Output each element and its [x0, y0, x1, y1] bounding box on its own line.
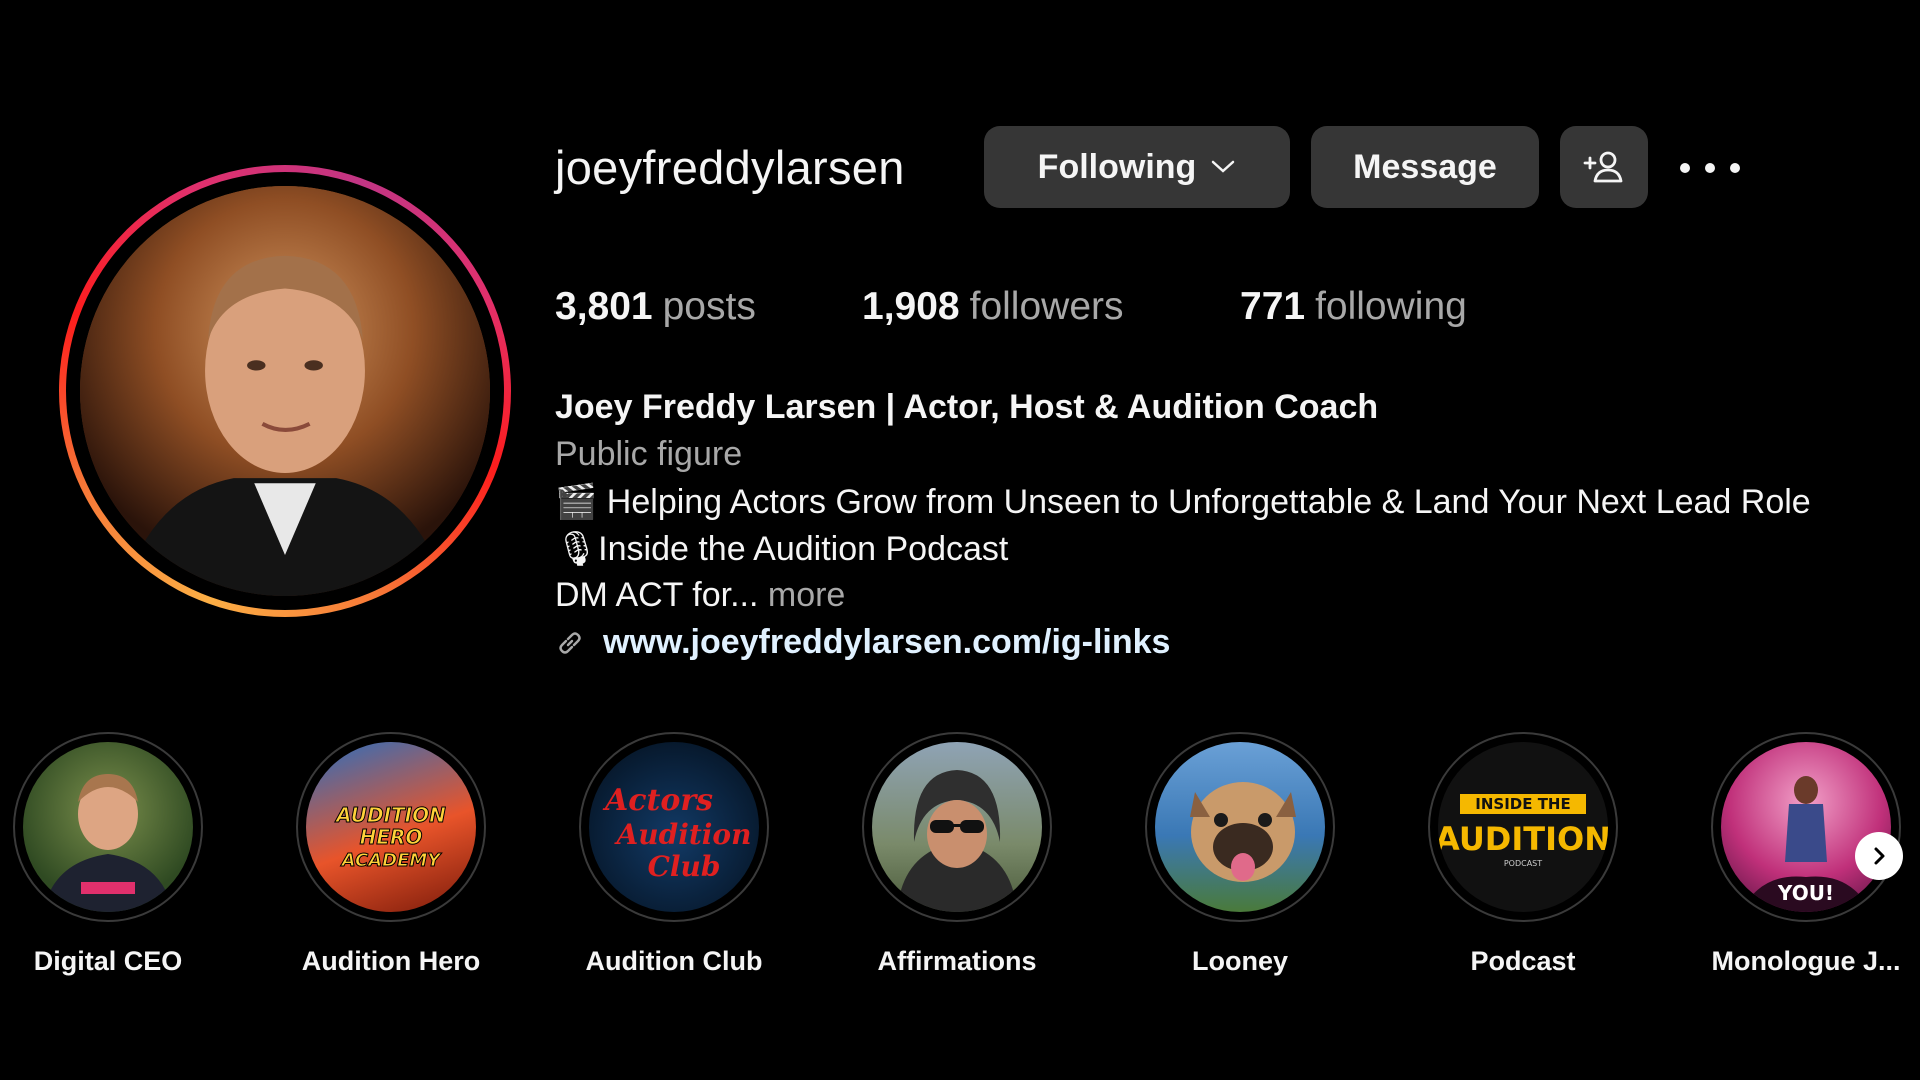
highlight-ring — [862, 732, 1052, 922]
highlight-label: Monologue J... — [1711, 946, 1901, 976]
following-label: following — [1315, 285, 1467, 328]
highlight-label: Looney — [1191, 946, 1288, 976]
svg-text:AUDITION: AUDITION — [1438, 820, 1608, 858]
following-count: 771 — [1240, 285, 1306, 328]
highlight-label: Audition Club — [585, 946, 763, 976]
highlight-thumbnail — [1155, 742, 1325, 912]
highlight-label: Podcast — [1470, 946, 1576, 976]
highlight-audition-hero-image: AUDITION HERO ACADEMY — [334, 803, 447, 872]
bio-full-name: Joey Freddy Larsen | Actor, Host & Audit… — [555, 388, 1379, 426]
bio-line-1: 🎬 Helping Actors Grow from Unseen to Unf… — [555, 482, 1811, 522]
highlight-looney-image — [1190, 782, 1296, 882]
highlight-audition-hero[interactable]: AUDITION HERO ACADEMY Audition Hero — [296, 732, 486, 977]
following-button-label: Following — [1037, 147, 1197, 186]
followers-label: followers — [969, 285, 1124, 328]
highlight-ring: INSIDE THE AUDITION PODCAST — [1428, 732, 1618, 922]
highlight-thumbnail: INSIDE THE AUDITION PODCAST — [1438, 742, 1608, 912]
svg-text:INSIDE THE: INSIDE THE — [1475, 795, 1570, 813]
svg-text:ACADEMY: ACADEMY — [340, 850, 443, 871]
add-user-icon — [1583, 151, 1623, 183]
more-options-icon[interactable] — [1680, 150, 1740, 186]
website-link[interactable]: www.joeyfreddylarsen.com/ig-links — [603, 623, 1170, 662]
highlight-thumbnail: YOU! — [1721, 742, 1891, 912]
bio-line-2-text: Inside the Audition Podcast — [598, 530, 1009, 568]
highlight-label: Digital CEO — [33, 946, 183, 976]
highlight-looney[interactable]: Looney — [1145, 732, 1335, 977]
highlight-thumbnail — [23, 742, 193, 912]
message-button[interactable]: Message — [1311, 126, 1539, 208]
highlight-monologue-image: YOU! — [1741, 776, 1871, 912]
highlight-label: Affirmations — [877, 946, 1037, 976]
bio-line-3-text: DM ACT for... — [555, 576, 759, 614]
profile-username: joeyfreddylarsen — [555, 141, 905, 194]
highlight-podcast-image: INSIDE THE AUDITION PODCAST — [1438, 794, 1608, 868]
suggested-users-button[interactable] — [1560, 126, 1648, 208]
highlight-digital-ceo-image — [43, 774, 173, 912]
highlights-next-button[interactable] — [1855, 832, 1903, 880]
avatar — [80, 186, 490, 596]
highlight-ring: AUDITION HERO ACADEMY — [296, 732, 486, 922]
highlight-audition-club-image: Actors Audition Club — [602, 783, 752, 883]
highlight-thumbnail: Actors Audition Club — [589, 742, 759, 912]
highlight-ring: Actors Audition Club — [579, 732, 769, 922]
clapperboard-icon: 🎬 — [555, 483, 598, 521]
svg-text:Actors: Actors — [602, 783, 713, 818]
message-button-label: Message — [1353, 147, 1497, 186]
svg-text:AUDITION: AUDITION — [334, 803, 446, 827]
highlight-audition-club[interactable]: Actors Audition Club Audition Club — [579, 732, 769, 977]
svg-text:PODCAST: PODCAST — [1504, 859, 1542, 868]
svg-text:YOU!: YOU! — [1777, 881, 1834, 905]
following-stat[interactable]: 771 following — [1240, 285, 1467, 329]
highlight-ring — [13, 732, 203, 922]
chevron-right-icon — [1874, 847, 1885, 865]
microphone-icon: 🎙 — [555, 530, 599, 568]
following-button[interactable]: Following — [984, 126, 1290, 208]
followers-stat[interactable]: 1,908 followers — [862, 285, 1124, 329]
bio-more-link[interactable]: more — [768, 576, 845, 614]
highlight-thumbnail: AUDITION HERO ACADEMY — [306, 742, 476, 912]
profile-page: joeyfreddylarsen Following Message 3,801… — [0, 0, 1920, 1080]
highlight-ring: YOU! — [1711, 732, 1901, 922]
bio-line-2: 🎙Inside the Audition Podcast — [555, 529, 1008, 569]
bio-website: www.joeyfreddylarsen.com/ig-links — [555, 623, 1170, 662]
svg-text:Audition: Audition — [614, 818, 752, 851]
posts-label: posts — [662, 285, 756, 328]
bio-line-1-text: Helping Actors Grow from Unseen to Unfor… — [606, 483, 1811, 521]
highlight-podcast[interactable]: INSIDE THE AUDITION PODCAST Podcast — [1428, 732, 1618, 977]
link-icon — [559, 631, 581, 654]
highlight-ring — [1145, 732, 1335, 922]
svg-text:Club: Club — [648, 850, 721, 883]
bio-category: Public figure — [555, 435, 743, 473]
highlight-digital-ceo[interactable]: Digital CEO — [13, 732, 203, 977]
followers-count: 1,908 — [862, 285, 960, 328]
posts-stat: 3,801 posts — [555, 285, 756, 329]
chevron-down-icon — [1212, 160, 1235, 173]
avatar-portrait — [80, 186, 490, 596]
avatar-gap — [66, 172, 504, 610]
posts-count: 3,801 — [555, 285, 653, 328]
svg-text:HERO: HERO — [360, 825, 423, 849]
profile-avatar-story-ring[interactable] — [59, 165, 511, 617]
highlight-thumbnail — [872, 742, 1042, 912]
bio-line-3: DM ACT for... more — [555, 576, 845, 615]
highlight-affirmations[interactable]: Affirmations — [862, 732, 1052, 977]
highlight-label: Audition Hero — [301, 946, 481, 976]
highlight-affirmations-image — [897, 770, 1017, 912]
